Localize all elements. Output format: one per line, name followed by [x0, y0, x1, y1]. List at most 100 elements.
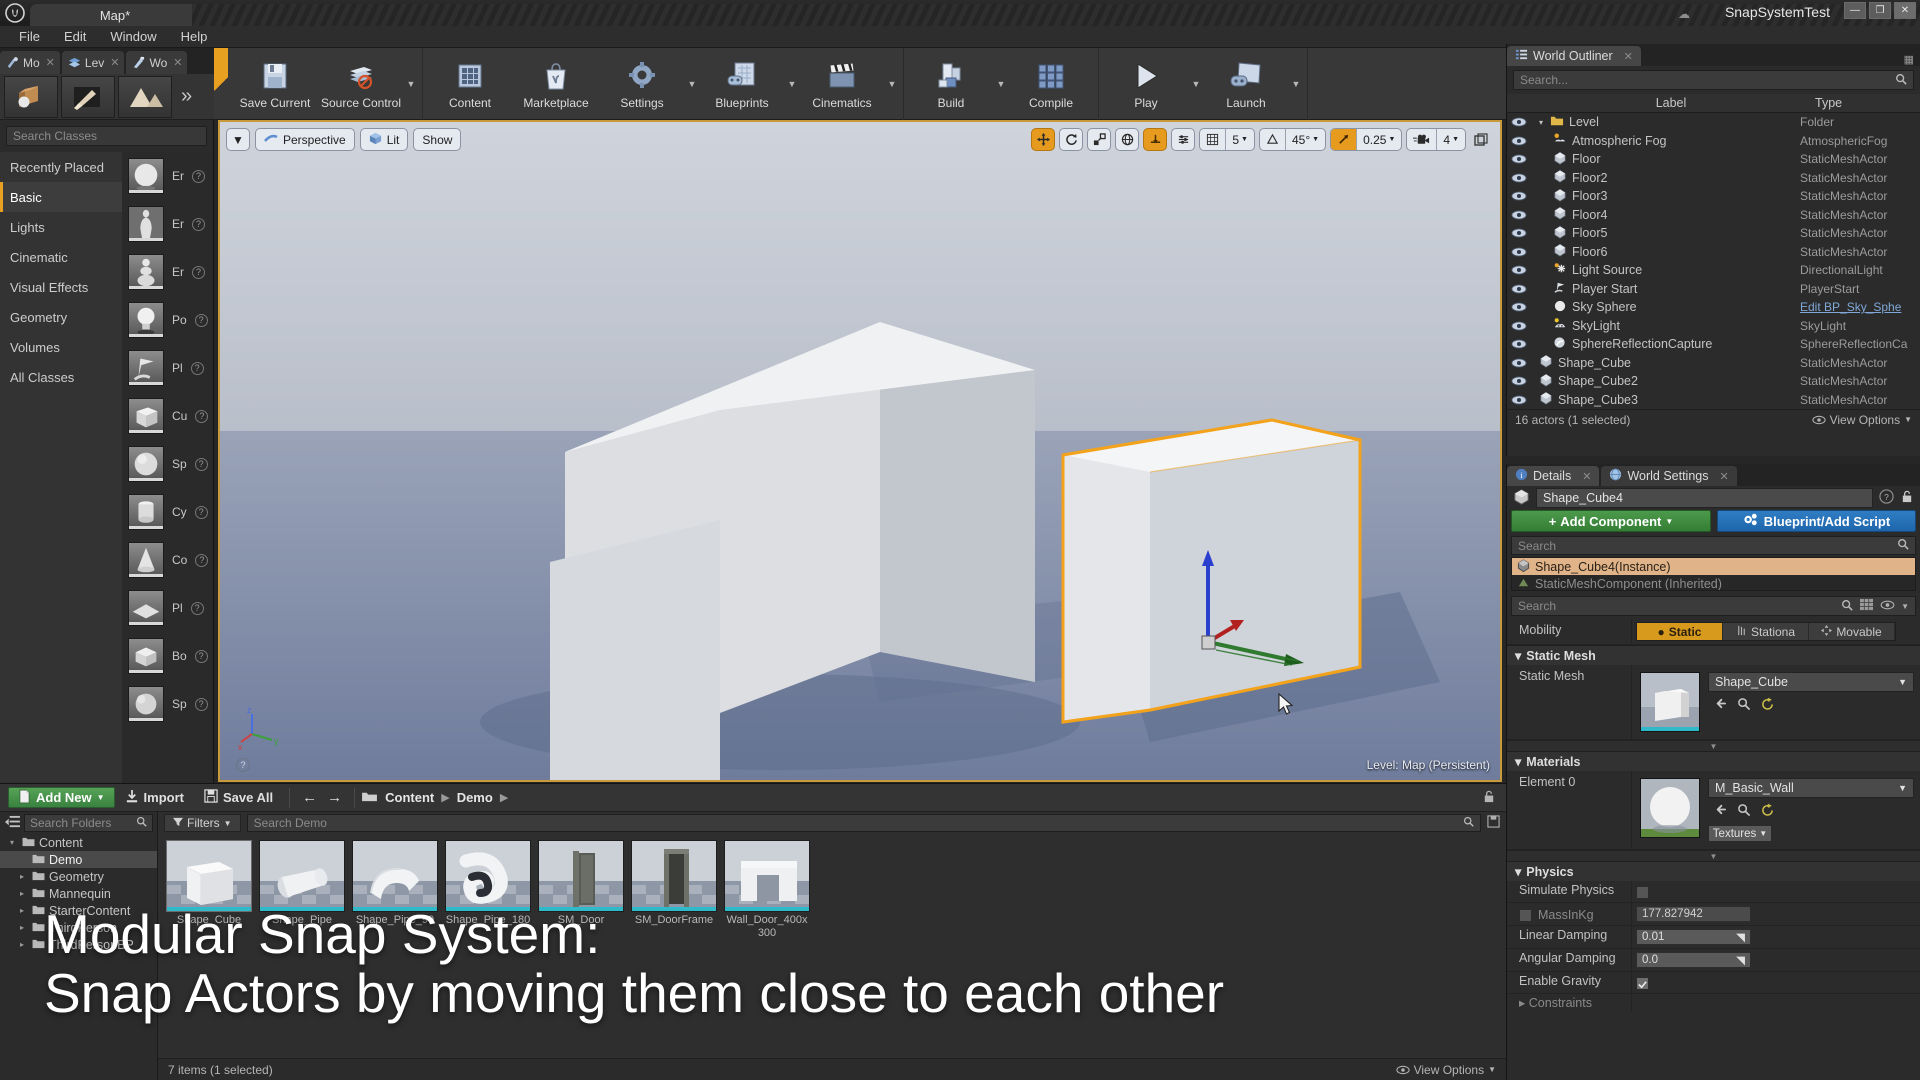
help-icon[interactable]: ? — [191, 362, 204, 375]
expander-icon[interactable]: ▸ — [20, 872, 28, 881]
use-selected-asset-icon[interactable] — [1712, 697, 1727, 713]
visibility-toggle[interactable] — [1507, 395, 1531, 405]
close-button[interactable]: ✕ — [1894, 2, 1916, 19]
launch-button[interactable]: Launch — [1203, 50, 1289, 118]
outliner-row[interactable]: Shape_Cube3StaticMeshActor — [1507, 391, 1920, 410]
landscape-mode-icon[interactable] — [118, 76, 172, 118]
help-icon[interactable]: ? — [192, 218, 205, 231]
drag-handle-icon[interactable]: ◥ — [1736, 953, 1745, 967]
level-viewport[interactable]: ▼ Perspective Lit Show — [218, 120, 1502, 782]
browse-material-icon[interactable] — [1737, 803, 1751, 819]
build-button[interactable]: Build — [908, 50, 994, 118]
category-geometry[interactable]: Geometry — [0, 302, 122, 332]
help-icon[interactable]: ? — [195, 314, 208, 327]
tab-world-settings[interactable]: World Settings ✕ — [1601, 466, 1736, 486]
help-icon[interactable]: ? — [195, 458, 208, 471]
viewport-help-icon[interactable]: ? — [236, 758, 250, 772]
asset-grid[interactable]: Shape_CubeShape_PipeShape_Pipe_90Shape_P… — [158, 834, 1506, 945]
placement-mode-icon[interactable] — [4, 76, 58, 118]
blueprint-add-script-button[interactable]: Blueprint/Add Script — [1717, 510, 1916, 532]
folder-tree-item[interactable]: ▸Geometry — [0, 868, 157, 885]
add-new-button[interactable]: Add New ▼ — [8, 787, 115, 808]
tab-world-settings-close[interactable]: ✕ — [1720, 470, 1729, 483]
section-static-mesh[interactable]: ▾ Static Mesh — [1507, 645, 1920, 665]
reset-material-icon[interactable] — [1761, 803, 1775, 819]
textures-button[interactable]: Textures ▼ — [1708, 825, 1772, 842]
expander-icon[interactable]: ▾ — [10, 838, 18, 847]
category-recently-placed[interactable]: Recently Placed — [0, 152, 122, 182]
place-actor-item[interactable]: Bo? — [122, 632, 213, 680]
translate-mode-button[interactable] — [1031, 128, 1055, 151]
snap-settings-button[interactable] — [1171, 128, 1195, 151]
browse-asset-icon[interactable] — [1737, 697, 1751, 713]
component-search-input[interactable]: Search — [1511, 536, 1916, 555]
visibility-toggle[interactable] — [1507, 191, 1531, 201]
tab-levels[interactable]: Lev ✕ — [62, 51, 125, 74]
asset-tile[interactable]: Shape_Pipe_90 — [352, 840, 438, 939]
outliner-view-options-button[interactable]: View Options ▼ — [1812, 413, 1912, 427]
linear-damping-field[interactable]: 0.01 ◥ — [1636, 929, 1751, 945]
help-icon[interactable]: ? — [192, 170, 205, 183]
play-caret-icon[interactable]: ▼ — [1189, 50, 1203, 118]
asset-tile[interactable]: SM_Door — [538, 840, 624, 939]
category-volumes[interactable]: Volumes — [0, 332, 122, 362]
back-arrow-icon[interactable]: ← — [302, 789, 317, 806]
category-basic[interactable]: Basic — [0, 182, 122, 212]
visibility-toggle[interactable] — [1507, 284, 1531, 294]
menu-item-edit[interactable]: Edit — [53, 27, 97, 46]
outliner-row[interactable]: Floor4StaticMeshActor — [1507, 206, 1920, 225]
tab-world-close[interactable]: ✕ — [173, 56, 182, 69]
viewport-perspective-button[interactable]: Perspective — [255, 128, 355, 151]
mobility-selector[interactable]: ● Static Stationa Movable — [1636, 622, 1896, 641]
help-icon[interactable]: ? — [1879, 489, 1894, 507]
category-visual-effects[interactable]: Visual Effects — [0, 272, 122, 302]
outliner-search-input[interactable]: Search... — [1513, 70, 1914, 90]
place-actor-item[interactable]: Cu? — [122, 392, 213, 440]
tab-details[interactable]: i Details ✕ — [1507, 466, 1599, 486]
tab-modes[interactable]: Mo ✕ — [0, 51, 60, 74]
search-classes-input[interactable]: Search Classes — [6, 126, 207, 146]
outliner-row[interactable]: Atmospheric FogAtmosphericFog — [1507, 132, 1920, 151]
outliner-row[interactable]: Sky SphereEdit BP_Sky_Sphe — [1507, 298, 1920, 317]
source-control-caret-icon[interactable]: ▼ — [404, 50, 418, 118]
help-icon[interactable]: ? — [195, 410, 208, 423]
tab-world[interactable]: Wo ✕ — [126, 51, 187, 74]
breadcrumb-content[interactable]: Content — [385, 790, 434, 805]
save-current-button[interactable]: Save Current — [232, 50, 318, 118]
component-row-instance[interactable]: Shape_Cube4(Instance) — [1512, 558, 1915, 575]
expander-icon[interactable]: ▸ — [20, 889, 28, 898]
settings-caret-icon[interactable]: ▼ — [685, 50, 699, 118]
asset-tile[interactable]: Shape_Pipe — [259, 840, 345, 939]
section-physics[interactable]: ▾ Physics — [1507, 861, 1920, 881]
folder-search-input[interactable]: Search Folders — [24, 814, 153, 832]
visibility-toggle[interactable] — [1507, 376, 1531, 386]
minimize-button[interactable]: — — [1844, 2, 1866, 19]
mass-in-kg-override-checkbox[interactable] — [1519, 909, 1532, 922]
outliner-row[interactable]: ▾LevelFolder — [1507, 113, 1920, 132]
visibility-toggle[interactable] — [1507, 117, 1531, 127]
visibility-toggle[interactable] — [1507, 265, 1531, 275]
camera-speed-icon[interactable] — [1407, 128, 1437, 151]
content-browser-view-options-button[interactable]: View Options ▼ — [1396, 1063, 1496, 1077]
settings-button[interactable]: Settings — [599, 50, 685, 118]
outliner-row[interactable]: SphereReflectionCaptureSphereReflectionC… — [1507, 335, 1920, 354]
outliner-row[interactable]: Player StartPlayerStart — [1507, 280, 1920, 299]
place-actor-item[interactable]: Er? — [122, 200, 213, 248]
visibility-toggle[interactable] — [1507, 302, 1531, 312]
place-actor-item[interactable]: Cy? — [122, 488, 213, 536]
outliner-row[interactable]: Light SourceDirectionalLight — [1507, 261, 1920, 280]
blueprints-button[interactable]: Blueprints — [699, 50, 785, 118]
scale-snap-toggle[interactable] — [1331, 128, 1357, 151]
asset-view-save-icon[interactable] — [1487, 815, 1500, 831]
angular-damping-field[interactable]: 0.0 ◥ — [1636, 952, 1751, 968]
help-icon[interactable]: ? — [195, 506, 208, 519]
outliner-menu-icon[interactable]: ▦ — [1898, 53, 1920, 66]
grid-view-icon[interactable] — [1859, 598, 1874, 614]
place-actor-item[interactable]: Sp? — [122, 440, 213, 488]
drag-handle-icon[interactable]: ◥ — [1736, 930, 1745, 944]
asset-search-input[interactable]: Search Demo — [247, 814, 1481, 832]
angle-snap-value[interactable]: 45° ▼ — [1286, 128, 1325, 151]
translate-gizmo[interactable] — [1180, 532, 1320, 682]
outliner-row[interactable]: Floor3StaticMeshActor — [1507, 187, 1920, 206]
filters-button[interactable]: Filters ▼ — [164, 814, 241, 832]
